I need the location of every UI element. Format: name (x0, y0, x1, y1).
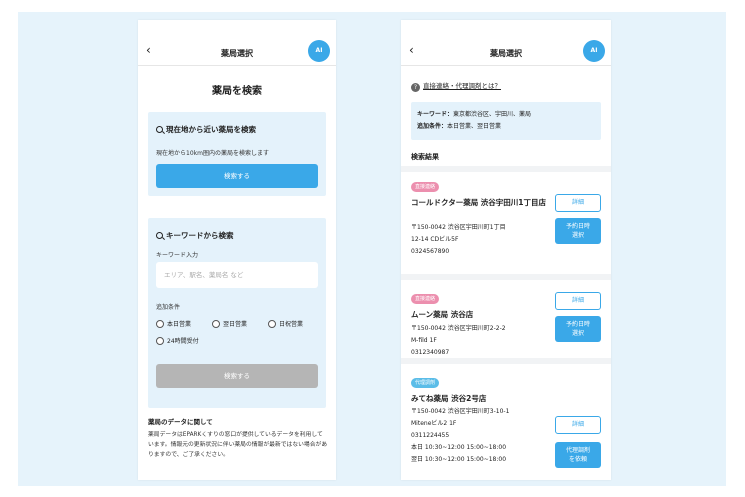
pharmacy-result: 代理調剤 みてね薬局 渋谷2号店 〒150-0042 渋谷区宇田川町3-10-1… (401, 368, 611, 480)
proxy-dispensing-button[interactable]: 代理調剤 を依頼 (555, 442, 601, 468)
contact-type-badge: 代理調剤 (411, 378, 440, 388)
pharmacy-result: 直接連絡 ムーン薬局 渋谷店 〒150-0042 渋谷区宇田川町2-2-2 M-… (401, 284, 611, 364)
keyword-card-title-text: キーワードから検索 (166, 231, 234, 240)
pharmacy-info: 〒150-0042 渋谷区宇田川町3-10-1 Miteneビル2 1F 031… (411, 408, 510, 463)
data-notice-body: 薬局データはEPARKくすりの窓口が提供しているデータを利用しています。情報元の… (148, 432, 328, 458)
option-open-tomorrow[interactable]: 翌日営業 (212, 319, 247, 328)
search-icon (156, 232, 163, 239)
radio-icon (268, 320, 276, 328)
keyword-card-title: キーワードから検索 (156, 230, 234, 241)
contact-type-badge: 直接連絡 (411, 294, 440, 304)
background-panel (18, 12, 726, 486)
extra-condition: 追加条件：本日営業、翌日営業 (417, 123, 502, 130)
pharmacy-info: 〒150-0042 渋谷区宇田川町1丁目 12-14 CDビル5F 032456… (411, 224, 506, 255)
option-24h[interactable]: 24時間受付 (156, 336, 199, 345)
header-title: 薬局選択 (490, 49, 522, 58)
contact-type-badge: 直接連絡 (411, 182, 440, 192)
location-card-title: 現在地から近い薬局を検索 (156, 124, 256, 135)
detail-button[interactable]: 詳細 (555, 292, 601, 310)
location-search-card: 現在地から近い薬局を検索 現在地から10km圏内の薬局を検索します 検索する (148, 112, 326, 196)
help-link-text: 直接連絡・代理調剤とは？ (423, 82, 501, 90)
pharmacy-name: コールドクター薬局 渋谷宇田川1丁目店 (411, 198, 547, 207)
page-title: 薬局を検索 (212, 86, 262, 97)
ai-assistant-icon[interactable]: AI (308, 40, 330, 62)
results-screen: ‹ 薬局選択 AI ? 直接連絡・代理調剤とは？ キーワード：東京都渋谷区、宇田川… (401, 20, 611, 480)
option-label: 本日営業 (167, 321, 192, 328)
detail-button[interactable]: 詳細 (555, 194, 601, 212)
detail-button[interactable]: 詳細 (555, 416, 601, 434)
question-icon: ? (411, 83, 420, 92)
option-label: 24時間受付 (167, 338, 199, 345)
keyword-search-card: キーワードから検索 キーワード入力 追加条件 本日営業 翌日営業 日祝営業 24… (148, 218, 326, 408)
keyword-input[interactable] (156, 262, 318, 288)
help-link[interactable]: ? 直接連絡・代理調剤とは？ (411, 80, 501, 92)
keyword-condition: キーワード：東京都渋谷区、宇田川、薬局 (417, 111, 532, 118)
location-search-button[interactable]: 検索する (156, 164, 318, 188)
radio-icon (156, 320, 164, 328)
reserve-datetime-button[interactable]: 予約日時 選択 (555, 218, 601, 244)
pharmacy-name: みてね薬局 渋谷2号店 (411, 394, 487, 403)
screenshot-canvas: ‹ 薬局選択 AI 薬局を検索 現在地から近い薬局を検索 現在地から10km圏内… (0, 0, 745, 497)
ai-assistant-icon[interactable]: AI (583, 40, 605, 62)
app-header: ‹ 薬局選択 AI (138, 20, 336, 66)
radio-icon (156, 337, 164, 345)
search-screen: ‹ 薬局選択 AI 薬局を検索 現在地から近い薬局を検索 現在地から10km圏内… (138, 20, 336, 480)
option-open-holidays[interactable]: 日祝営業 (268, 319, 303, 328)
pharmacy-result: 直接連絡 コールドクター薬局 渋谷宇田川1丁目店 〒150-0042 渋谷区宇田… (401, 172, 611, 280)
option-label: 翌日営業 (223, 321, 248, 328)
option-label: 日祝営業 (279, 321, 304, 328)
location-card-title-text: 現在地から近い薬局を検索 (166, 125, 256, 134)
keyword-input-label: キーワード入力 (156, 252, 199, 259)
keyword-search-button[interactable]: 検索する (156, 364, 318, 388)
data-notice-title: 薬局のデータに関して (148, 418, 213, 426)
option-open-today[interactable]: 本日営業 (156, 319, 191, 328)
header-title: 薬局選択 (221, 49, 253, 58)
filter-label: 追加条件 (156, 304, 181, 311)
results-heading: 検索結果 (411, 153, 439, 161)
pharmacy-name: ムーン薬局 渋谷店 (411, 310, 474, 319)
location-card-desc: 現在地から10km圏内の薬局を検索します (156, 150, 269, 157)
pharmacy-info: 〒150-0042 渋谷区宇田川町2-2-2 M-fild 1F 0312340… (411, 325, 506, 356)
search-conditions: キーワード：東京都渋谷区、宇田川、薬局 追加条件：本日営業、翌日営業 (411, 102, 601, 140)
radio-icon (212, 320, 220, 328)
reserve-datetime-button[interactable]: 予約日時 選択 (555, 316, 601, 342)
app-header: ‹ 薬局選択 AI (401, 20, 611, 66)
search-icon (156, 126, 163, 133)
